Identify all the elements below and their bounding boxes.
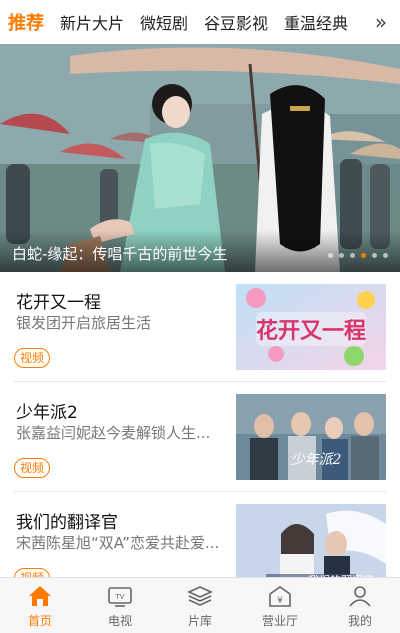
nav-tv[interactable]: TV 电视	[80, 578, 160, 633]
item-subtitle: 银发团开启旅居生活	[16, 314, 152, 332]
hero-banner[interactable]: 白蛇-缘起：传唱千古的前世今生	[0, 44, 400, 272]
tab-new-movies[interactable]: 新片大片	[52, 10, 132, 34]
item-thumbnail: 少年派2	[236, 394, 386, 480]
video-tag: 视频	[14, 348, 51, 368]
nav-library[interactable]: 片库	[160, 578, 240, 633]
nav-label: 营业厅	[261, 613, 298, 628]
svg-text:TV: TV	[114, 593, 124, 601]
pagination-dot-active[interactable]	[361, 253, 366, 258]
top-tab-bar: 推荐 新片大片 微短剧 谷豆影视 重温经典 »	[0, 0, 400, 44]
item-title: 少年派2	[16, 403, 78, 423]
item-title: 我们的翻译官	[16, 513, 118, 533]
bottom-navigation: 首页 TV 电视 片库 ¥ 营业厅 我的	[0, 577, 400, 633]
tab-gudou-film[interactable]: 谷豆影视	[196, 10, 276, 34]
pagination-dot[interactable]	[328, 253, 333, 258]
banner-title: 白蛇-缘起：传唱千古的前世今生	[12, 245, 228, 263]
more-tabs-button[interactable]: »	[362, 0, 400, 44]
pagination-dot[interactable]	[339, 253, 344, 258]
nav-store[interactable]: ¥ 营业厅	[240, 578, 320, 633]
nav-label: 电视	[107, 613, 132, 628]
pagination-dot[interactable]	[350, 253, 355, 258]
list-item[interactable]: 少年派2 张嘉益闫妮赵今麦解锁人生... 视频 少年派2	[14, 382, 386, 492]
nav-label: 首页	[27, 613, 52, 628]
nav-label: 我的	[347, 613, 372, 628]
item-subtitle: 张嘉益闫妮赵今麦解锁人生...	[16, 424, 211, 442]
nav-profile[interactable]: 我的	[320, 578, 400, 633]
tab-classics[interactable]: 重温经典	[276, 10, 356, 34]
list-item[interactable]: 花开又一程 银发团开启旅居生活 视频 花开又一程	[14, 272, 386, 382]
item-thumbnail: 花开又一程	[236, 284, 386, 370]
pagination-dot[interactable]	[372, 253, 377, 258]
home-icon	[26, 583, 54, 609]
svg-text:¥: ¥	[277, 596, 283, 606]
thumb-text: 少年派2	[291, 452, 342, 468]
video-tag: 视频	[14, 458, 51, 478]
tab-micro-drama[interactable]: 微短剧	[132, 10, 196, 34]
tab-list: 推荐 新片大片 微短剧 谷豆影视 重温经典	[0, 9, 362, 35]
tab-recommend[interactable]: 推荐	[0, 9, 52, 35]
profile-icon	[346, 583, 374, 609]
item-subtitle: 宋茜陈星旭“双A”恋爱共赴爱...	[16, 534, 220, 552]
nav-home[interactable]: 首页	[0, 578, 80, 633]
store-icon: ¥	[266, 583, 294, 609]
pagination-dot[interactable]	[383, 253, 388, 258]
library-icon	[186, 583, 214, 609]
banner-pagination	[328, 253, 388, 258]
item-title: 花开又一程	[16, 293, 101, 313]
double-chevron-right-icon: »	[374, 10, 388, 34]
content-list: 花开又一程 银发团开启旅居生活 视频 花开又一程 少年派2 张嘉益闫妮赵今麦解锁…	[0, 272, 400, 602]
thumb-text: 花开又一程	[256, 318, 366, 344]
nav-label: 片库	[187, 613, 212, 628]
tv-icon: TV	[106, 583, 134, 609]
